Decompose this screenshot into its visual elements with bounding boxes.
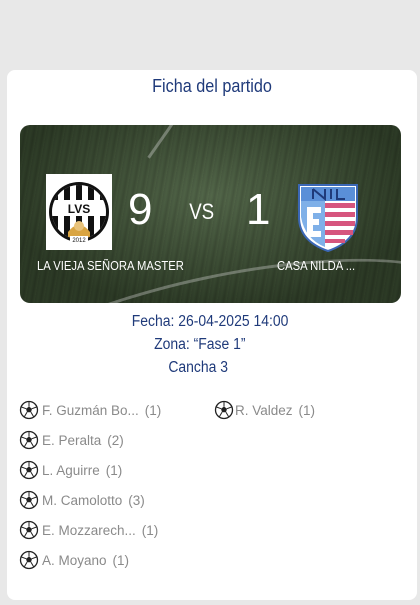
soccer-ball-icon <box>19 490 39 510</box>
scorer-goals: (1) <box>141 522 159 538</box>
home-scorer: F. Guzmán Bo... (1) <box>19 400 161 420</box>
home-logo-text: LVS <box>68 202 90 216</box>
away-team-name[interactable]: CASA NILDA ... <box>277 259 355 273</box>
scorer-name: E. Mozzarech... <box>42 522 136 538</box>
match-date: Fecha: 26-04-2025 14:00 <box>131 313 289 330</box>
soccer-ball-icon <box>19 520 39 540</box>
home-team-logo[interactable]: LVS 2012 <box>46 174 112 250</box>
home-scorer: M. Camolotto (3) <box>19 490 145 510</box>
away-score: 1 <box>246 185 271 234</box>
soccer-ball-icon <box>19 550 39 570</box>
soccer-ball-icon <box>19 400 39 420</box>
field-marking <box>147 125 196 159</box>
page-title: Ficha del partido <box>152 76 272 96</box>
away-team-logo[interactable] <box>295 179 361 255</box>
soccer-ball-icon <box>19 460 39 480</box>
scorer-goals: (1) <box>105 462 123 478</box>
scoreboard: LVS 2012 9 VS 1 LA VIEJA SEÑORA MASTER C… <box>20 125 401 303</box>
soccer-ball-icon <box>19 430 39 450</box>
match-zone: Zona: “Fase 1” <box>154 336 246 353</box>
scorer-goals: (3) <box>128 492 145 508</box>
scorer-name: R. Valdez <box>235 402 293 418</box>
home-logo-year: 2012 <box>72 238 86 244</box>
soccer-ball-icon <box>214 400 234 420</box>
scorer-goals: (1) <box>112 552 130 568</box>
scorer-name: L. Aguirre <box>42 462 100 478</box>
home-scorer: L. Aguirre (1) <box>19 460 122 480</box>
away-scorer: R. Valdez (1) <box>214 400 315 420</box>
home-score: 9 <box>128 185 153 234</box>
scorer-name: A. Moyano <box>42 552 107 568</box>
scorer-name: M. Camolotto <box>42 492 123 508</box>
scorer-name: F. Guzmán Bo... <box>42 402 139 418</box>
home-team-name[interactable]: LA VIEJA SEÑORA MASTER <box>37 259 184 273</box>
scorer-goals: (1) <box>144 402 162 418</box>
match-field: Cancha 3 <box>168 359 228 376</box>
home-scorer: E. Mozzarech... (1) <box>19 520 158 540</box>
scorer-goals: (1) <box>298 402 316 418</box>
scorer-goals: (2) <box>107 432 124 448</box>
home-scorer: E. Peralta (2) <box>19 430 124 450</box>
scorer-name: E. Peralta <box>42 432 102 448</box>
vs-label: VS <box>189 199 215 224</box>
home-scorer: A. Moyano (1) <box>19 550 129 570</box>
